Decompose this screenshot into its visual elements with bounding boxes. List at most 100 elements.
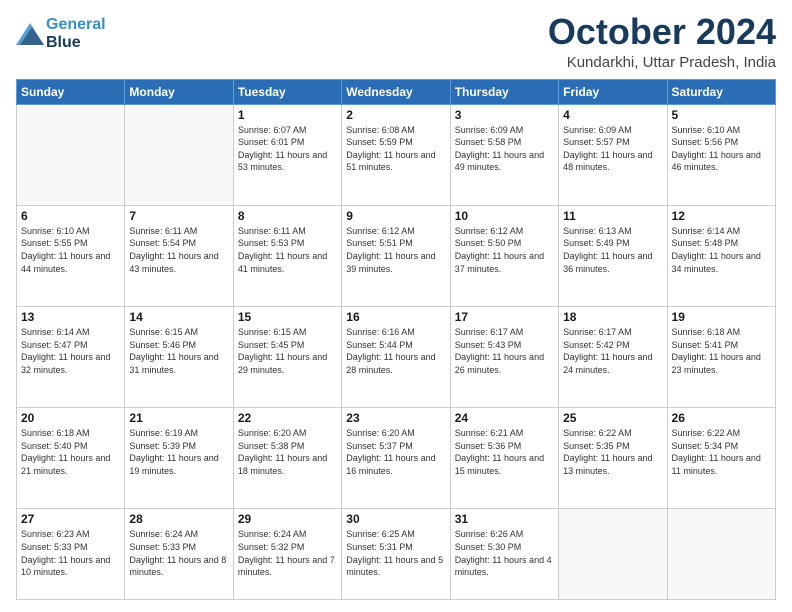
day-info: Sunrise: 6:11 AMSunset: 5:54 PMDaylight:… — [129, 225, 228, 275]
day-info: Sunrise: 6:15 AMSunset: 5:45 PMDaylight:… — [238, 326, 337, 376]
day-number: 12 — [672, 209, 771, 223]
day-info: Sunrise: 6:10 AMSunset: 5:56 PMDaylight:… — [672, 124, 771, 174]
calendar-cell: 4 Sunrise: 6:09 AMSunset: 5:57 PMDaylight… — [559, 104, 667, 205]
day-info: Sunrise: 6:18 AMSunset: 5:40 PMDaylight:… — [21, 427, 120, 477]
day-info: Sunrise: 6:16 AMSunset: 5:44 PMDaylight:… — [346, 326, 445, 376]
calendar-cell: 26Sunrise: 6:22 AMSunset: 5:34 PMDayligh… — [667, 408, 775, 509]
calendar-cell: 7 Sunrise: 6:11 AMSunset: 5:54 PMDaylight… — [125, 205, 233, 306]
weekday-header: Thursday — [450, 79, 558, 104]
day-number: 21 — [129, 411, 228, 425]
location: Kundarkhi, Uttar Pradesh, India — [548, 54, 776, 71]
calendar-cell: 11 Sunrise: 6:13 AMSunset: 5:49 PMDayligh… — [559, 205, 667, 306]
day-info: Sunrise: 6:17 AMSunset: 5:43 PMDaylight:… — [455, 326, 554, 376]
calendar-cell: 17 Sunrise: 6:17 AMSunset: 5:43 PMDayligh… — [450, 307, 558, 408]
weekday-header: Friday — [559, 79, 667, 104]
day-info: Sunrise: 6:14 AMSunset: 5:47 PMDaylight:… — [21, 326, 120, 376]
day-info: Sunrise: 6:22 AMSunset: 5:35 PMDaylight:… — [563, 427, 662, 477]
day-number: 28 — [129, 512, 228, 526]
calendar-cell: 25 Sunrise: 6:22 AMSunset: 5:35 PMDayligh… — [559, 408, 667, 509]
weekday-header: Sunday — [17, 79, 125, 104]
day-number: 30 — [346, 512, 445, 526]
calendar-cell: 9 Sunrise: 6:12 AMSunset: 5:51 PMDaylight… — [342, 205, 450, 306]
calendar-cell — [125, 104, 233, 205]
calendar-week-row: 13 Sunrise: 6:14 AMSunset: 5:47 PMDayligh… — [17, 307, 776, 408]
day-number: 7 — [129, 209, 228, 223]
day-number: 29 — [238, 512, 337, 526]
calendar-cell: 5 Sunrise: 6:10 AMSunset: 5:56 PMDaylight… — [667, 104, 775, 205]
calendar-cell — [667, 509, 775, 600]
day-number: 10 — [455, 209, 554, 223]
day-info: Sunrise: 6:07 AMSunset: 6:01 PMDaylight:… — [238, 124, 337, 174]
header: General Blue October 2024 Kundarkhi, Utt… — [16, 12, 776, 71]
day-number: 26 — [672, 411, 771, 425]
calendar-cell: 12 Sunrise: 6:14 AMSunset: 5:48 PMDayligh… — [667, 205, 775, 306]
calendar-cell: 19 Sunrise: 6:18 AMSunset: 5:41 PMDayligh… — [667, 307, 775, 408]
day-number: 25 — [563, 411, 662, 425]
day-info: Sunrise: 6:08 AMSunset: 5:59 PMDaylight:… — [346, 124, 445, 174]
day-number: 6 — [21, 209, 120, 223]
day-number: 1 — [238, 108, 337, 122]
calendar-cell: 22 Sunrise: 6:20 AMSunset: 5:38 PMDayligh… — [233, 408, 341, 509]
calendar-cell: 10 Sunrise: 6:12 AMSunset: 5:50 PMDayligh… — [450, 205, 558, 306]
calendar-cell: 1 Sunrise: 6:07 AMSunset: 6:01 PMDaylight… — [233, 104, 341, 205]
day-info: Sunrise: 6:14 AMSunset: 5:48 PMDaylight:… — [672, 225, 771, 275]
calendar-cell: 15 Sunrise: 6:15 AMSunset: 5:45 PMDayligh… — [233, 307, 341, 408]
day-number: 8 — [238, 209, 337, 223]
day-number: 2 — [346, 108, 445, 122]
day-number: 18 — [563, 310, 662, 324]
calendar-header-row: SundayMondayTuesdayWednesdayThursdayFrid… — [17, 79, 776, 104]
day-info: Sunrise: 6:24 AMSunset: 5:33 PMDaylight:… — [129, 528, 228, 578]
logo: General Blue — [16, 16, 106, 51]
calendar-cell: 24Sunrise: 6:21 AMSunset: 5:36 PMDayligh… — [450, 408, 558, 509]
day-info: Sunrise: 6:13 AMSunset: 5:49 PMDaylight:… — [563, 225, 662, 275]
calendar-cell: 14Sunrise: 6:15 AMSunset: 5:46 PMDayligh… — [125, 307, 233, 408]
day-number: 27 — [21, 512, 120, 526]
day-info: Sunrise: 6:20 AMSunset: 5:37 PMDaylight:… — [346, 427, 445, 477]
day-number: 17 — [455, 310, 554, 324]
day-number: 9 — [346, 209, 445, 223]
day-info: Sunrise: 6:10 AMSunset: 5:55 PMDaylight:… — [21, 225, 120, 275]
day-number: 11 — [563, 209, 662, 223]
day-info: Sunrise: 6:23 AMSunset: 5:33 PMDaylight:… — [21, 528, 120, 578]
calendar-table: SundayMondayTuesdayWednesdayThursdayFrid… — [16, 79, 776, 600]
day-number: 5 — [672, 108, 771, 122]
calendar-cell: 31Sunrise: 6:26 AMSunset: 5:30 PMDayligh… — [450, 509, 558, 600]
day-info: Sunrise: 6:12 AMSunset: 5:51 PMDaylight:… — [346, 225, 445, 275]
day-info: Sunrise: 6:20 AMSunset: 5:38 PMDaylight:… — [238, 427, 337, 477]
day-number: 19 — [672, 310, 771, 324]
calendar-cell: 6 Sunrise: 6:10 AMSunset: 5:55 PMDaylight… — [17, 205, 125, 306]
day-info: Sunrise: 6:24 AMSunset: 5:32 PMDaylight:… — [238, 528, 337, 578]
day-info: Sunrise: 6:09 AMSunset: 5:58 PMDaylight:… — [455, 124, 554, 174]
logo-text-line2: Blue — [46, 34, 106, 52]
calendar-cell — [17, 104, 125, 205]
calendar-cell: 27 Sunrise: 6:23 AMSunset: 5:33 PMDayligh… — [17, 509, 125, 600]
calendar-cell: 16 Sunrise: 6:16 AMSunset: 5:44 PMDayligh… — [342, 307, 450, 408]
day-number: 15 — [238, 310, 337, 324]
weekday-header: Monday — [125, 79, 233, 104]
day-number: 24 — [455, 411, 554, 425]
calendar-cell: 28 Sunrise: 6:24 AMSunset: 5:33 PMDayligh… — [125, 509, 233, 600]
calendar-cell: 3 Sunrise: 6:09 AMSunset: 5:58 PMDaylight… — [450, 104, 558, 205]
day-info: Sunrise: 6:18 AMSunset: 5:41 PMDaylight:… — [672, 326, 771, 376]
calendar-cell: 30Sunrise: 6:25 AMSunset: 5:31 PMDayligh… — [342, 509, 450, 600]
day-number: 23 — [346, 411, 445, 425]
day-number: 3 — [455, 108, 554, 122]
calendar-week-row: 1 Sunrise: 6:07 AMSunset: 6:01 PMDaylight… — [17, 104, 776, 205]
day-info: Sunrise: 6:12 AMSunset: 5:50 PMDaylight:… — [455, 225, 554, 275]
calendar-cell: 2 Sunrise: 6:08 AMSunset: 5:59 PMDaylight… — [342, 104, 450, 205]
day-info: Sunrise: 6:17 AMSunset: 5:42 PMDaylight:… — [563, 326, 662, 376]
day-info: Sunrise: 6:09 AMSunset: 5:57 PMDaylight:… — [563, 124, 662, 174]
calendar-cell: 18 Sunrise: 6:17 AMSunset: 5:42 PMDayligh… — [559, 307, 667, 408]
day-number: 4 — [563, 108, 662, 122]
month-title: October 2024 — [548, 12, 776, 52]
day-number: 16 — [346, 310, 445, 324]
calendar-cell: 13 Sunrise: 6:14 AMSunset: 5:47 PMDayligh… — [17, 307, 125, 408]
calendar-cell — [559, 509, 667, 600]
calendar-cell: 23 Sunrise: 6:20 AMSunset: 5:37 PMDayligh… — [342, 408, 450, 509]
day-number: 13 — [21, 310, 120, 324]
day-number: 22 — [238, 411, 337, 425]
calendar-cell: 8Sunrise: 6:11 AMSunset: 5:53 PMDaylight… — [233, 205, 341, 306]
weekday-header: Wednesday — [342, 79, 450, 104]
calendar-cell: 29 Sunrise: 6:24 AMSunset: 5:32 PMDayligh… — [233, 509, 341, 600]
title-area: October 2024 Kundarkhi, Uttar Pradesh, I… — [548, 12, 776, 71]
